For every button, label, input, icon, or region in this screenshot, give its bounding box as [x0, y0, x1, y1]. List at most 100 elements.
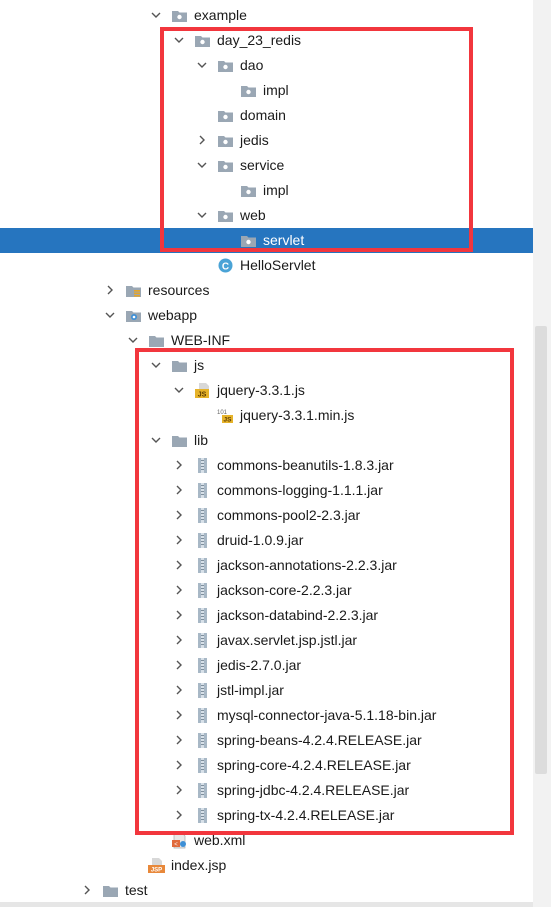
- tree-node[interactable]: druid-1.0.9.jar: [0, 528, 551, 553]
- xml-file-icon: <: [171, 832, 188, 849]
- chevron-down-icon[interactable]: [127, 334, 139, 346]
- chevron-right-icon[interactable]: [173, 609, 185, 621]
- tree-node[interactable]: JSP index.jsp: [0, 853, 551, 878]
- jar-file-icon: [194, 532, 211, 549]
- tree-node[interactable]: domain: [0, 103, 551, 128]
- tree-node[interactable]: impl: [0, 78, 551, 103]
- chevron-right-icon[interactable]: [173, 459, 185, 471]
- jar-file-icon: [194, 507, 211, 524]
- tree-node[interactable]: WEB-INF: [0, 328, 551, 353]
- tree-node[interactable]: dao: [0, 53, 551, 78]
- tree-node[interactable]: resources: [0, 278, 551, 303]
- tree-node[interactable]: spring-tx-4.2.4.RELEASE.jar: [0, 803, 551, 828]
- jar-file-icon: [194, 607, 211, 624]
- jsp-file-icon: JSP: [148, 857, 165, 874]
- tree-node-label: spring-beans-4.2.4.RELEASE.jar: [217, 732, 422, 748]
- folder-icon: [171, 432, 188, 449]
- tree-node[interactable]: day_23_redis: [0, 28, 551, 53]
- chevron-right-icon[interactable]: [173, 509, 185, 521]
- tree-node[interactable]: example: [0, 3, 551, 28]
- chevron-right-icon[interactable]: [173, 759, 185, 771]
- chevron-right-icon[interactable]: [173, 809, 185, 821]
- package-folder-icon: [217, 207, 234, 224]
- chevron-right-icon[interactable]: [173, 684, 185, 696]
- jar-file-icon: [194, 707, 211, 724]
- tree-node[interactable]: servlet: [0, 228, 551, 253]
- tree-node[interactable]: spring-beans-4.2.4.RELEASE.jar: [0, 728, 551, 753]
- tree-node[interactable]: javax.servlet.jsp.jstl.jar: [0, 628, 551, 653]
- chevron-down-icon[interactable]: [173, 34, 185, 46]
- package-folder-icon: [217, 57, 234, 74]
- chevron-right-icon[interactable]: [173, 734, 185, 746]
- tree-node[interactable]: jedis-2.7.0.jar: [0, 653, 551, 678]
- tree-node[interactable]: web: [0, 203, 551, 228]
- chevron-right-icon[interactable]: [196, 134, 208, 146]
- svg-text:JS: JS: [198, 392, 207, 399]
- jar-file-icon: [194, 657, 211, 674]
- tree-node[interactable]: js: [0, 353, 551, 378]
- tree-node[interactable]: jackson-databind-2.2.3.jar: [0, 603, 551, 628]
- chevron-down-icon[interactable]: [173, 384, 185, 396]
- tree-node-label: domain: [240, 107, 286, 123]
- jar-file-icon: [194, 757, 211, 774]
- tree-node[interactable]: service: [0, 153, 551, 178]
- tree-node[interactable]: jackson-core-2.2.3.jar: [0, 578, 551, 603]
- folder-icon: [148, 332, 165, 349]
- tree-node-label: HelloServlet: [240, 257, 316, 273]
- chevron-down-icon[interactable]: [150, 434, 162, 446]
- tree-node[interactable]: commons-logging-1.1.1.jar: [0, 478, 551, 503]
- tree-node[interactable]: jackson-annotations-2.2.3.jar: [0, 553, 551, 578]
- chevron-down-icon[interactable]: [104, 309, 116, 321]
- tree-node-label: druid-1.0.9.jar: [217, 532, 304, 548]
- js-file-icon: JS: [194, 382, 211, 399]
- chevron-right-icon[interactable]: [173, 709, 185, 721]
- tree-node[interactable]: webapp: [0, 303, 551, 328]
- chevron-right-icon[interactable]: [173, 659, 185, 671]
- tree-node[interactable]: commons-pool2-2.3.jar: [0, 503, 551, 528]
- package-folder-icon: [194, 32, 211, 49]
- tree-node[interactable]: test: [0, 878, 551, 903]
- tree-node[interactable]: jedis: [0, 128, 551, 153]
- tree-node-label: impl: [263, 182, 289, 198]
- tree-node[interactable]: < web.xml: [0, 828, 551, 853]
- jar-file-icon: [194, 632, 211, 649]
- horizontal-scrollbar[interactable]: [0, 902, 533, 907]
- package-folder-icon: [240, 232, 257, 249]
- chevron-right-icon[interactable]: [173, 584, 185, 596]
- vertical-scrollbar-thumb[interactable]: [535, 326, 547, 774]
- tree-node[interactable]: 101 JS jquery-3.3.1.min.js: [0, 403, 551, 428]
- chevron-down-icon[interactable]: [196, 159, 208, 171]
- tree-node[interactable]: commons-beanutils-1.8.3.jar: [0, 453, 551, 478]
- chevron-right-icon[interactable]: [173, 559, 185, 571]
- chevron-right-icon[interactable]: [173, 534, 185, 546]
- tree-node[interactable]: impl: [0, 178, 551, 203]
- chevron-right-icon[interactable]: [104, 284, 116, 296]
- tree-node[interactable]: spring-jdbc-4.2.4.RELEASE.jar: [0, 778, 551, 803]
- tree-node-label: jedis: [240, 132, 269, 148]
- chevron-right-icon[interactable]: [173, 634, 185, 646]
- tree-node[interactable]: C HelloServlet: [0, 253, 551, 278]
- project-tree: example day_23_redis dao impl domain jedis ser…: [0, 0, 551, 907]
- chevron-down-icon[interactable]: [196, 209, 208, 221]
- chevron-right-icon[interactable]: [173, 484, 185, 496]
- tree-node-label: commons-logging-1.1.1.jar: [217, 482, 383, 498]
- tree-node-label: jstl-impl.jar: [217, 682, 284, 698]
- chevron-down-icon[interactable]: [196, 59, 208, 71]
- tree-node-label: commons-pool2-2.3.jar: [217, 507, 361, 523]
- tree-node-label: WEB-INF: [171, 332, 231, 348]
- tree-node-label: service: [240, 157, 285, 173]
- tree-node-label: webapp: [148, 307, 198, 323]
- tree-node[interactable]: JS jquery-3.3.1.js: [0, 378, 551, 403]
- chevron-right-icon[interactable]: [173, 784, 185, 796]
- tree-node-label: lib: [194, 432, 209, 448]
- chevron-right-icon[interactable]: [81, 884, 93, 896]
- jar-file-icon: [194, 582, 211, 599]
- tree-node[interactable]: jstl-impl.jar: [0, 678, 551, 703]
- java-class-icon: C: [217, 257, 234, 274]
- tree-node-label: jquery-3.3.1.js: [217, 382, 305, 398]
- chevron-down-icon[interactable]: [150, 359, 162, 371]
- tree-node[interactable]: spring-core-4.2.4.RELEASE.jar: [0, 753, 551, 778]
- tree-node[interactable]: lib: [0, 428, 551, 453]
- tree-node[interactable]: mysql-connector-java-5.1.18-bin.jar: [0, 703, 551, 728]
- chevron-down-icon[interactable]: [150, 9, 162, 21]
